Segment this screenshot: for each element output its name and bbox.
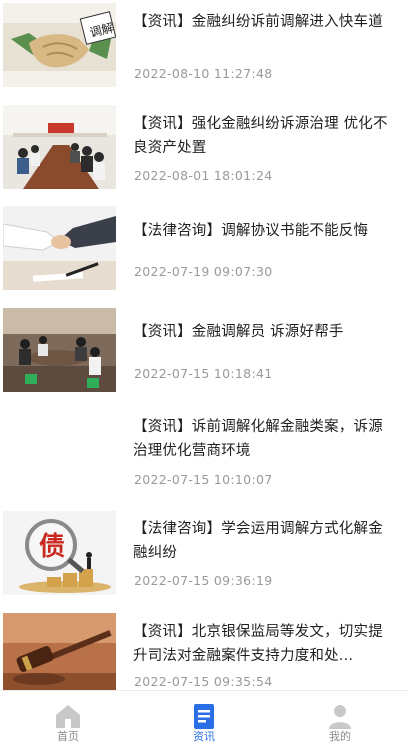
news-title[interactable]: 【资讯】强化金融纠纷诉源治理 优化不良资产处置 xyxy=(133,112,395,160)
news-date: 2022-07-19 09:07:30 xyxy=(134,264,273,279)
debt-char-text: 债 xyxy=(39,532,65,562)
news-item[interactable]: 【资讯】强化金融纠纷诉源治理 优化不良资产处置 2022-08-01 18:01… xyxy=(0,100,408,200)
news-date: 2022-07-15 09:36:19 xyxy=(134,573,273,588)
news-item[interactable]: 债 【法律咨询】学会运用调解方式化解金融纠纷 2022-07-15 09:36:… xyxy=(0,508,408,608)
gavel-image xyxy=(3,613,116,690)
tab-profile[interactable]: 我的 xyxy=(272,691,408,743)
tab-news[interactable]: 资讯 xyxy=(136,691,272,743)
news-item[interactable]: 【法律咨询】调解协议书能不能反悔 2022-07-19 09:07:30 xyxy=(0,203,408,303)
news-item[interactable]: 调解 【资讯】金融纠纷诉前调解进入快车道 2022-08-10 11:27:48 xyxy=(0,0,408,100)
person-icon xyxy=(329,705,351,729)
news-date: 2022-08-10 11:27:48 xyxy=(134,66,273,81)
news-date: 2022-08-01 18:01:24 xyxy=(134,168,273,183)
tab-home-label: 首页 xyxy=(57,730,79,743)
bottom-tab-bar: 首页 资讯 我的 xyxy=(0,690,408,743)
news-date: 2022-07-15 10:10:07 xyxy=(134,472,273,487)
meeting-room-image xyxy=(3,105,116,189)
handshake-document-image xyxy=(3,206,116,290)
news-icon xyxy=(194,704,214,729)
news-title[interactable]: 【资讯】金融纠纷诉前调解进入快车道 xyxy=(133,10,395,34)
news-item[interactable]: 【资讯】北京银保监局等发文，切实提升司法对金融案件支持力度和处... 2022-… xyxy=(0,608,408,690)
news-title[interactable]: 【法律咨询】调解协议书能不能反悔 xyxy=(133,219,395,243)
news-date: 2022-07-15 09:35:54 xyxy=(134,674,273,689)
news-title[interactable]: 【资讯】金融调解员 诉源好帮手 xyxy=(133,320,395,344)
news-title[interactable]: 【法律咨询】学会运用调解方式化解金融纠纷 xyxy=(133,517,395,565)
news-item[interactable]: 【资讯】诉前调解化解金融类案，诉源治理优化营商环境 2022-07-15 10:… xyxy=(0,405,408,505)
news-title[interactable]: 【资讯】北京银保监局等发文，切实提升司法对金融案件支持力度和处... xyxy=(133,620,395,668)
home-icon xyxy=(56,705,80,728)
tab-home[interactable]: 首页 xyxy=(0,691,136,743)
news-list: 调解 【资讯】金融纠纷诉前调解进入快车道 2022-08-10 11:27:48… xyxy=(0,0,408,690)
mediation-meeting-image xyxy=(3,308,116,392)
debt-magnifier-image: 债 xyxy=(3,511,116,595)
news-title[interactable]: 【资讯】诉前调解化解金融类案，诉源治理优化营商环境 xyxy=(133,415,395,463)
news-item[interactable]: 【资讯】金融调解员 诉源好帮手 2022-07-15 10:18:41 xyxy=(0,305,408,405)
news-date: 2022-07-15 10:18:41 xyxy=(134,366,273,381)
tab-news-label: 资讯 xyxy=(193,730,215,743)
handshake-mediation-image: 调解 xyxy=(3,3,116,87)
tab-profile-label: 我的 xyxy=(329,730,351,743)
